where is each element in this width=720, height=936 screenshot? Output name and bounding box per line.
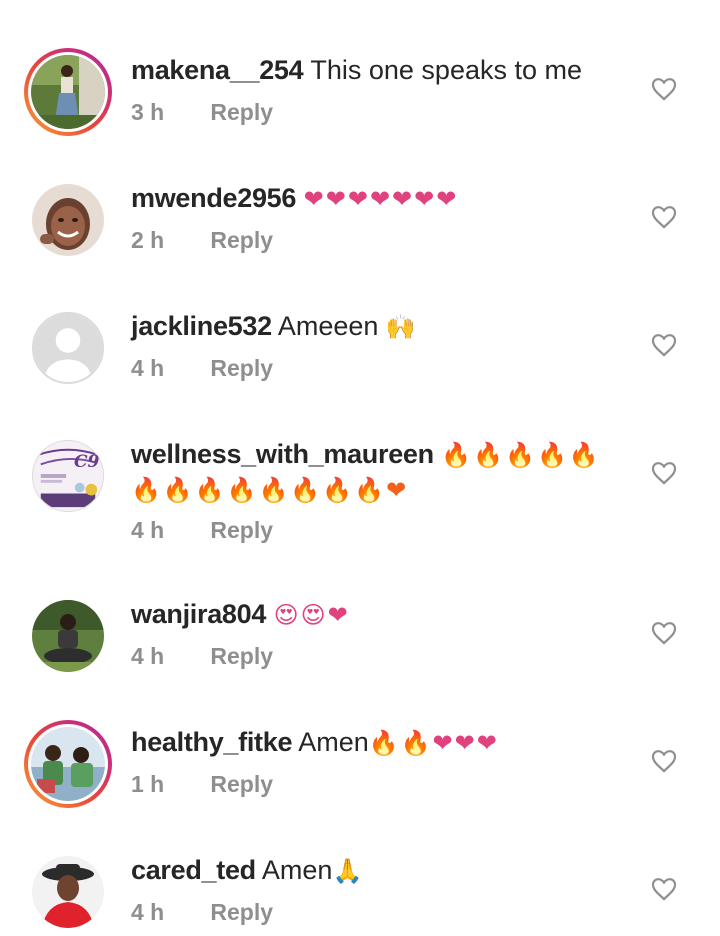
avatar-story-ring[interactable] xyxy=(24,48,112,136)
comment-time: 3 h xyxy=(131,99,165,125)
avatar-story-ring[interactable] xyxy=(24,720,112,808)
woman-sitting-outdoors-avatar-icon[interactable] xyxy=(32,600,104,672)
avatar[interactable] xyxy=(24,176,112,264)
like-heart-icon[interactable] xyxy=(651,749,677,773)
comment-username[interactable]: healthy_fitke xyxy=(131,727,292,757)
comment-username[interactable]: mwende2956 xyxy=(131,183,296,213)
comment-time: 1 h xyxy=(131,771,165,797)
like-heart-icon[interactable] xyxy=(651,461,677,485)
comment-emoji: 🔥🔥🔥🔥🔥 xyxy=(441,441,601,469)
comment-username[interactable]: jackline532 xyxy=(131,311,272,341)
comment-emoji-line2: 🔥🔥🔥🔥🔥🔥🔥🔥❤ xyxy=(131,476,409,504)
like-heart-icon[interactable] xyxy=(651,77,677,101)
avatar[interactable]: C9 xyxy=(24,432,112,520)
avatar-logo-text: C9 xyxy=(74,452,100,472)
wellness-logo-avatar-icon[interactable] xyxy=(32,440,104,512)
woman-hat-red-dress-avatar-icon[interactable] xyxy=(32,856,104,928)
avatar[interactable] xyxy=(24,592,112,680)
comment-text: Ameeen xyxy=(277,311,379,341)
comment-text: Amen xyxy=(298,727,369,757)
comment-time: 4 h xyxy=(131,643,165,669)
comment-time: 4 h xyxy=(131,517,165,543)
woman-standing-garden-avatar-icon[interactable] xyxy=(31,55,105,129)
comment-time: 4 h xyxy=(131,899,165,925)
comment-emoji: ❤❤❤❤❤❤❤ xyxy=(303,185,459,213)
comment-username[interactable]: cared_ted xyxy=(131,855,256,885)
like-heart-icon[interactable] xyxy=(651,877,677,901)
comment-time: 4 h xyxy=(131,355,165,381)
reply-button[interactable]: Reply xyxy=(210,355,273,382)
reply-button[interactable]: Reply xyxy=(210,899,273,926)
reply-button[interactable]: Reply xyxy=(210,227,273,254)
avatar[interactable] xyxy=(24,304,112,392)
reply-button[interactable]: Reply xyxy=(210,99,273,126)
comment-username[interactable]: wanjira804 xyxy=(131,599,266,629)
avatar[interactable] xyxy=(24,848,112,936)
comment-time: 2 h xyxy=(131,227,165,253)
comment-emoji: 🙏 xyxy=(332,857,365,885)
like-heart-icon[interactable] xyxy=(651,333,677,357)
reply-button[interactable]: Reply xyxy=(210,643,273,670)
like-heart-icon[interactable] xyxy=(651,205,677,229)
comment-username[interactable]: makena__254 xyxy=(131,55,304,85)
comment-username[interactable]: wellness_with_maureen xyxy=(131,439,434,469)
women-group-avatar-icon[interactable] xyxy=(31,727,105,801)
like-heart-icon[interactable] xyxy=(651,621,677,645)
comment-text: This one speaks to me xyxy=(310,55,583,85)
reply-button[interactable]: Reply xyxy=(210,771,273,798)
smiling-woman-avatar-icon[interactable] xyxy=(32,184,104,256)
comment-text: Amen xyxy=(261,855,333,885)
comment-emoji: 🙌 xyxy=(385,313,418,341)
default-profile-avatar-icon[interactable] xyxy=(32,312,104,384)
reply-button[interactable]: Reply xyxy=(210,517,273,544)
comment-emoji: 🔥🔥❤❤❤ xyxy=(368,729,499,757)
comment-emoji: 😍😍❤ xyxy=(273,601,350,629)
